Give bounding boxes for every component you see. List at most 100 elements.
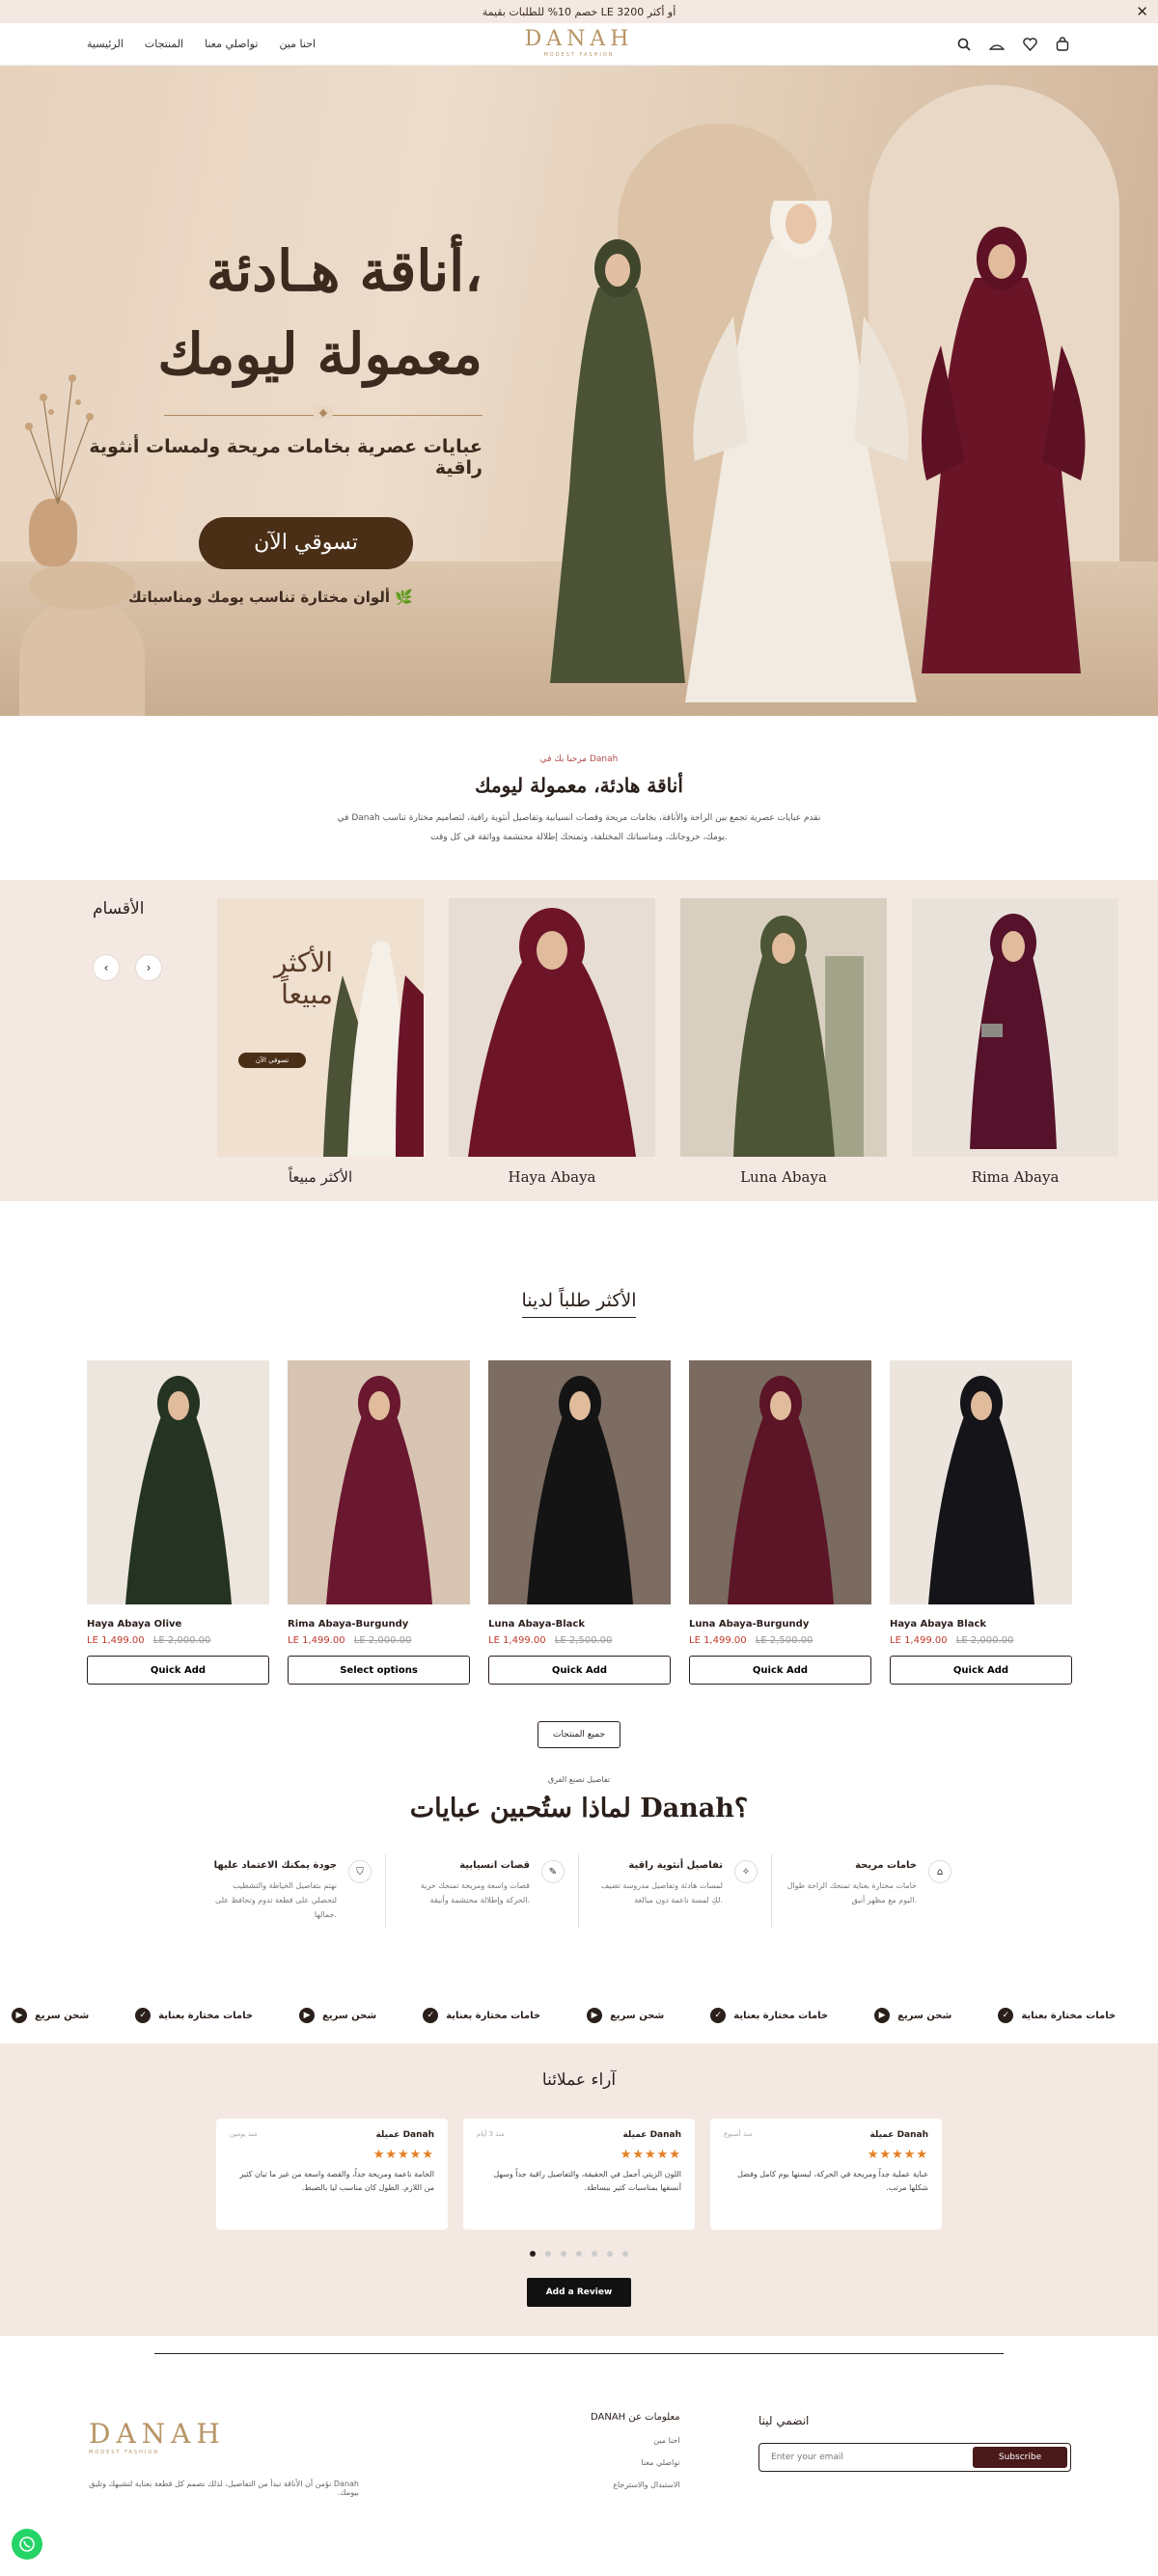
product-image[interactable] bbox=[689, 1360, 871, 1604]
newsletter-title: انضمي لينا bbox=[758, 2414, 810, 2427]
close-icon[interactable]: ✕ bbox=[1136, 3, 1148, 20]
check-badge-icon: ✓ bbox=[135, 2008, 152, 2023]
site-footer: DANAH MODEST FASHION Danah نؤمن أن الأنا… bbox=[0, 2354, 1158, 2576]
add-review-button[interactable]: Add a Review bbox=[527, 2278, 631, 2307]
carousel-dots bbox=[0, 2251, 1158, 2257]
all-products-button[interactable]: جميع المنتجات bbox=[538, 1721, 620, 1748]
carousel-dot[interactable] bbox=[561, 2251, 566, 2257]
email-input[interactable] bbox=[771, 2453, 973, 2462]
product-card[interactable]: Haya Abaya Olive LE 1,499.00 LE 2,000.00… bbox=[87, 1360, 269, 1685]
nav-home[interactable]: الرئيسية bbox=[87, 38, 124, 50]
feature-item: ⌂ خامات مريحة خامات مختارة بعناية تمنحك … bbox=[772, 1854, 965, 1928]
product-image[interactable] bbox=[488, 1360, 671, 1604]
marquee-text: شحن سريع bbox=[897, 2010, 952, 2021]
footer-links-title: معلومات عن DANAH bbox=[591, 2412, 680, 2423]
product-price: LE 1,499.00 LE 2,500.00 bbox=[689, 1635, 871, 1646]
quick-add-button[interactable]: Quick Add bbox=[87, 1656, 269, 1685]
intro-section: مرحبا بك في Danah أناقة هادئة، معمولة لي… bbox=[0, 716, 1158, 880]
bestsellers-title: الأكثر طلباً لدينا bbox=[0, 1290, 1158, 1318]
product-name[interactable]: Luna Abaya-Burgundy bbox=[689, 1619, 871, 1630]
search-icon[interactable] bbox=[955, 36, 973, 53]
star-rating: ★★★★★ bbox=[867, 2148, 928, 2162]
footer-link-about[interactable]: احنا مين bbox=[591, 2436, 679, 2445]
why-section: تفاصيل تصنع الفرق لماذا ستُحبين عبايات D… bbox=[0, 1775, 1158, 1987]
reviews-section: آراء عملائنا Danah عميلة منذ يومين ★★★★★… bbox=[0, 2043, 1158, 2336]
footer-links: معلومات عن DANAH احنا مين تواصلي معنا ال… bbox=[591, 2412, 680, 2489]
footer-link-returns[interactable]: الاستبدال والاسترجاع bbox=[591, 2480, 679, 2489]
nav-about[interactable]: احنا مين bbox=[279, 38, 316, 50]
category-image bbox=[912, 898, 1118, 1157]
wishlist-icon[interactable] bbox=[1021, 36, 1038, 53]
original-price: LE 2,000.00 bbox=[353, 1635, 412, 1646]
product-card[interactable]: Luna Abaya-Burgundy LE 1,499.00 LE 2,500… bbox=[689, 1360, 871, 1685]
account-icon[interactable] bbox=[988, 36, 1006, 53]
sale-price: LE 1,499.00 bbox=[689, 1635, 747, 1646]
product-image[interactable] bbox=[87, 1360, 269, 1604]
product-card[interactable]: Rima Abaya-Burgundy LE 1,499.00 LE 2,000… bbox=[288, 1360, 470, 1685]
product-image[interactable] bbox=[288, 1360, 470, 1604]
chevron-right-icon[interactable]: › bbox=[135, 954, 162, 981]
product-name[interactable]: Luna Abaya-Black bbox=[488, 1619, 671, 1630]
hero-pedestal bbox=[19, 600, 145, 716]
feature-title: خامات مريحة bbox=[855, 1860, 917, 1871]
marquee-item: ▶ شحن سريع bbox=[587, 2008, 664, 2023]
carousel-dot[interactable] bbox=[592, 2251, 597, 2257]
feature-title: تفاصيل أنثوية راقية bbox=[628, 1860, 723, 1871]
footer-link-contact[interactable]: تواصلي معنا bbox=[591, 2458, 679, 2467]
category-card-rima[interactable]: Rima Abaya bbox=[912, 898, 1118, 1186]
logo[interactable]: DANAH MODEST FASHION bbox=[525, 27, 634, 58]
review-card: Danah عميلة منذ 3 أيام ★★★★★ اللون الزيت… bbox=[463, 2119, 695, 2230]
carousel-dot[interactable] bbox=[607, 2251, 613, 2257]
nav-products[interactable]: المنتجات bbox=[145, 38, 183, 50]
category-label: Rima Abaya bbox=[971, 1168, 1060, 1186]
chevron-left-icon[interactable]: ‹ bbox=[93, 954, 120, 981]
product-card[interactable]: Haya Abaya Black LE 1,499.00 LE 2,000.00… bbox=[890, 1360, 1072, 1685]
marquee-text: خامات مختارة بعناية bbox=[733, 2010, 829, 2021]
category-image: الأكثر مبيعاً تسوقي الآن bbox=[217, 898, 424, 1157]
hero-subtitle: عبايات عصرية بخامات مريحة ولمسات أنثوية … bbox=[89, 436, 482, 479]
sale-price: LE 1,499.00 bbox=[488, 1635, 546, 1646]
star-rating: ★★★★★ bbox=[620, 2148, 681, 2162]
whatsapp-icon[interactable] bbox=[12, 2529, 42, 2560]
marquee-item: ✓ خامات مختارة بعناية bbox=[423, 2008, 540, 2023]
truck-icon: ▶ bbox=[874, 2008, 891, 2023]
product-card[interactable]: Luna Abaya-Black LE 1,499.00 LE 2,500.00… bbox=[488, 1360, 671, 1685]
product-name[interactable]: Rima Abaya-Burgundy bbox=[288, 1619, 470, 1630]
product-image[interactable] bbox=[890, 1360, 1072, 1604]
carousel-dot[interactable] bbox=[545, 2251, 551, 2257]
category-card-bestsellers[interactable]: الأكثر مبيعاً تسوقي الآن الأكثر مبيعاً bbox=[217, 898, 424, 1186]
quick-add-button[interactable]: Quick Add bbox=[689, 1656, 871, 1685]
carousel-dot[interactable] bbox=[530, 2251, 536, 2257]
why-eyebrow: تفاصيل تصنع الفرق bbox=[547, 1775, 611, 1784]
feature-text: نهتم بتفاصيل الخياطة والتشطيب لتحصلي على… bbox=[214, 1881, 337, 1919]
header-icons bbox=[955, 36, 1071, 53]
category-card-haya[interactable]: Haya Abaya bbox=[449, 898, 655, 1186]
subscribe-button[interactable]: Subscribe bbox=[973, 2447, 1067, 2468]
star-rating: ★★★★★ bbox=[372, 2148, 434, 2162]
shop-now-button[interactable]: تسوقي الآن bbox=[199, 517, 413, 569]
quick-add-button[interactable]: Quick Add bbox=[488, 1656, 671, 1685]
truck-icon: ▶ bbox=[12, 2008, 27, 2023]
carousel-dot[interactable] bbox=[622, 2251, 628, 2257]
logo-text: DANAH bbox=[524, 27, 634, 51]
product-name[interactable]: Haya Abaya Olive bbox=[87, 1619, 269, 1630]
feature-text: لمسات هادئة وتفاصيل مدروسة تضيف لكِ لمسة… bbox=[601, 1881, 723, 1905]
marquee-item: ▶ شحن سريع bbox=[874, 2008, 951, 2023]
marquee-item: ▶ شحن سريع bbox=[12, 2008, 89, 2023]
quick-add-button[interactable]: Quick Add bbox=[890, 1656, 1072, 1685]
nav-contact[interactable]: تواصلي معنا bbox=[205, 38, 258, 50]
carousel-dot[interactable] bbox=[576, 2251, 582, 2257]
category-card-luna[interactable]: Luna Abaya bbox=[680, 898, 887, 1186]
cart-icon[interactable] bbox=[1054, 36, 1071, 53]
review-date: منذ يومين bbox=[230, 2130, 258, 2138]
marquee-text: شحن سريع bbox=[35, 2010, 90, 2021]
sparkle-icon: ✧ bbox=[734, 1860, 758, 1883]
category-label: Haya Abaya bbox=[508, 1168, 596, 1186]
hero-note-text: ألوان مختارة تناسب يومك ومناسباتك bbox=[127, 589, 391, 606]
leaf-icon: 🌿 bbox=[395, 589, 413, 606]
marquee-text: شحن سريع bbox=[610, 2010, 665, 2021]
product-name[interactable]: Haya Abaya Black bbox=[890, 1619, 1072, 1630]
announcement-bar: خصم 10% للطلبات بقيمة LE 3200 أو أكثر ✕ bbox=[0, 0, 1158, 23]
original-price: LE 2,500.00 bbox=[554, 1635, 613, 1646]
quick-add-button[interactable]: Select options bbox=[288, 1656, 470, 1685]
